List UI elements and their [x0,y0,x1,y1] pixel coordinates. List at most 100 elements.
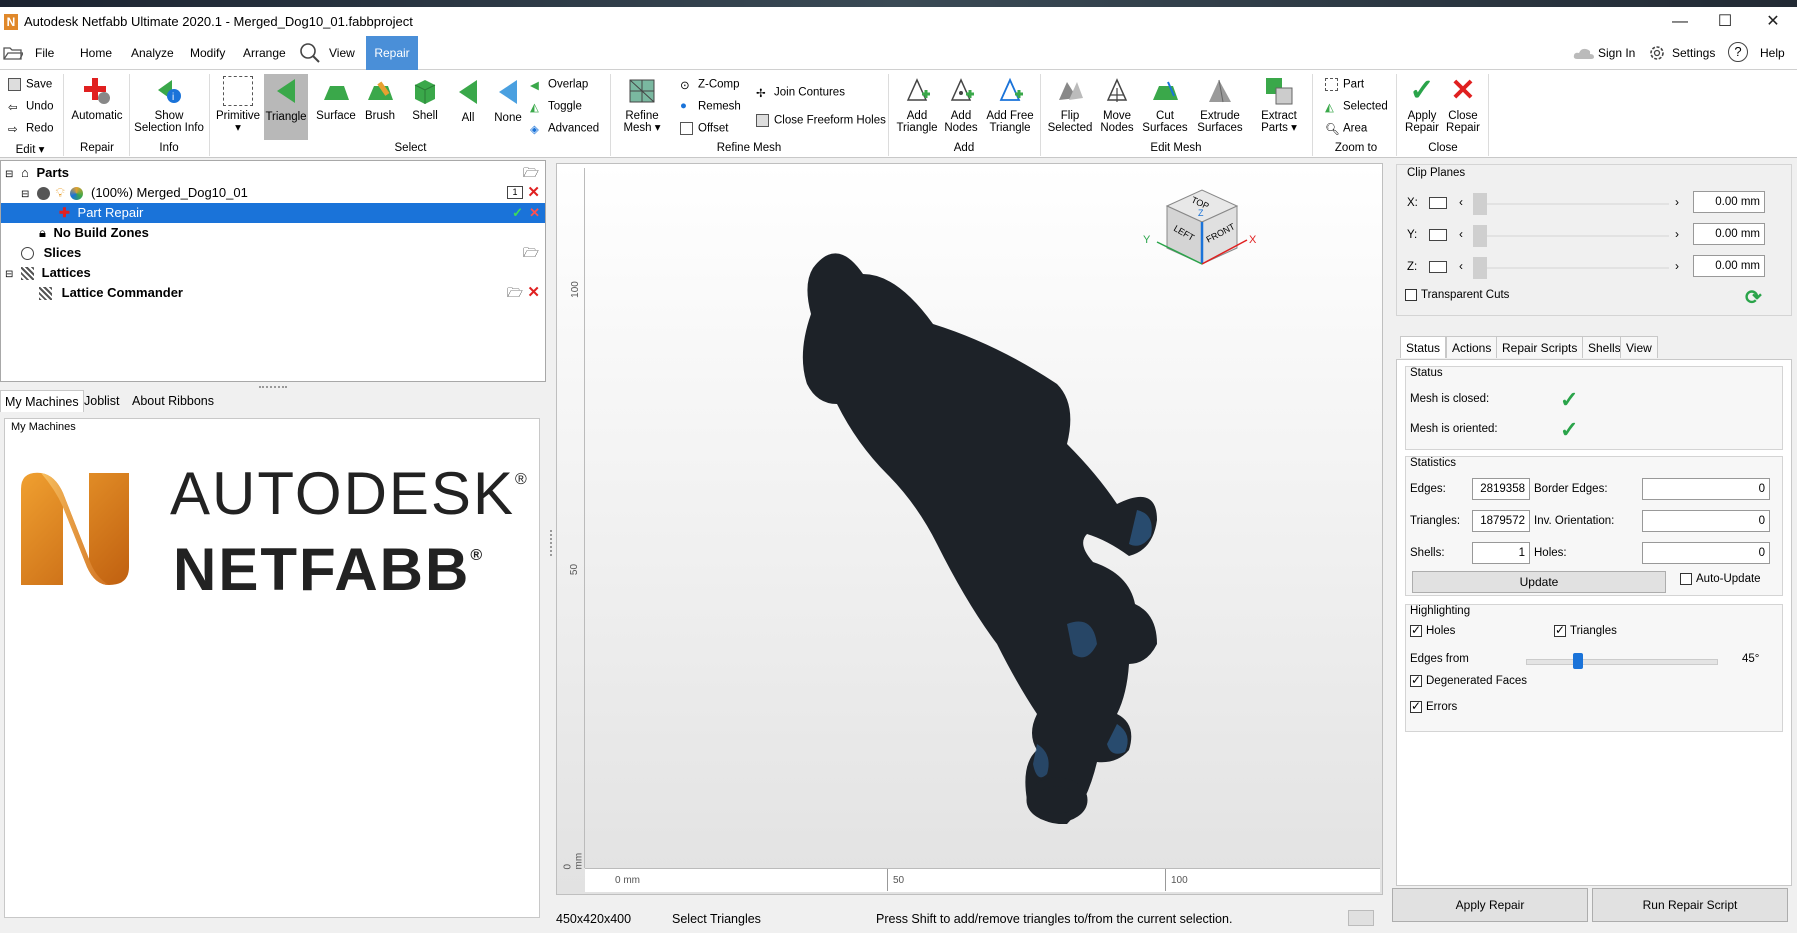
splitter-handle[interactable] [550,530,552,556]
brush-select-button[interactable]: Brush [358,76,402,122]
clip-y-right-arrow[interactable]: › [1675,227,1679,241]
select-none-button[interactable]: None [482,76,534,124]
close-freeform-holes-button[interactable]: Close Freeform Holes [756,114,886,127]
tree-item-slices[interactable]: Slices 🗁︎ [1,243,545,263]
shell-select-button[interactable]: Shell [403,76,447,122]
checkbox-box[interactable] [1410,699,1422,713]
collapse-icon[interactable]: ⊟ [5,169,13,180]
bulb-icon[interactable]: 💡︎ [56,185,65,200]
clip-z-value[interactable]: 0.00 mm [1693,255,1765,277]
zoom-area-button[interactable]: 🔍︎ Area [1325,122,1367,136]
checkbox-box[interactable] [1410,623,1422,637]
tree-item-no-build-zones[interactable]: 🔒︎ No Build Zones [1,223,545,243]
clip-x-right-arrow[interactable]: › [1675,195,1679,209]
checkbox-box[interactable] [1410,673,1422,687]
redo-button[interactable]: ⇨ Redo [8,122,54,136]
tab-status[interactable]: Status [1400,336,1447,358]
clip-y-left-arrow[interactable]: ‹ [1459,227,1463,241]
remove-lattice-icon[interactable]: ✕ [527,283,540,303]
tab-repair-scripts[interactable]: Repair Scripts [1496,336,1584,358]
apply-repair-button[interactable]: Apply Repair [1392,888,1588,922]
help-link[interactable]: Help [1760,46,1785,60]
errors-checkbox[interactable]: Errors [1410,699,1457,713]
search-view-icon[interactable] [299,42,321,64]
slider-thumb[interactable] [1573,653,1583,669]
auto-update-checkbox[interactable]: Auto-Update [1680,573,1761,585]
clip-z-right-arrow[interactable]: › [1675,259,1679,273]
open-folder-icon[interactable] [3,44,25,60]
menu-modify[interactable]: Modify [190,46,225,60]
menu-file[interactable]: File [35,46,54,60]
zoom-selected-button[interactable]: ◭ Selected [1325,100,1388,114]
triangles-checkbox[interactable]: Triangles [1554,623,1617,637]
tab-about-ribbons[interactable]: About Ribbons [128,390,218,412]
remove-part-icon[interactable]: ✕ [527,183,540,203]
slider-track[interactable] [1526,659,1718,665]
minimize-button[interactable]: — [1660,12,1700,32]
add-triangle-button[interactable]: Add Triangle [892,76,942,134]
sign-in-link[interactable]: Sign In [1598,46,1635,60]
extract-parts-button[interactable]: Extract Parts ▾ [1250,76,1308,134]
toggle-button[interactable]: ◭ Toggle [530,100,582,114]
flip-selected-button[interactable]: Flip Selected [1044,76,1096,134]
clip-x-slider-thumb[interactable] [1473,193,1487,215]
triangle-select-button[interactable]: Triangle [264,74,308,140]
join-contures-button[interactable]: ✢ Join Contures [756,86,845,100]
open-folder-icon[interactable]: 🗁︎ [523,243,539,263]
zoom-part-button[interactable]: Part [1325,78,1364,91]
checkbox-box[interactable] [1405,289,1417,301]
clip-y-value[interactable]: 0.00 mm [1693,223,1765,245]
tab-my-machines[interactable]: My Machines [0,390,84,412]
tab-joblist[interactable]: Joblist [80,390,123,412]
advanced-select-button[interactable]: ◈ Advanced [530,122,599,136]
add-free-triangle-button[interactable]: Add Free Triangle [984,76,1036,134]
surface-select-button[interactable]: Surface [311,76,361,122]
tab-actions[interactable]: Actions [1446,336,1498,358]
tree-item-lattice-commander[interactable]: Lattice Commander 🗁︎ ✕ [1,283,545,303]
edit-group-menu[interactable]: Edit ▾ [12,142,48,156]
menu-repair[interactable]: Repair [366,36,418,70]
automatic-repair-button[interactable]: Automatic [68,76,126,122]
add-nodes-button[interactable]: Add Nodes [938,76,984,134]
apply-repair-ribbon-button[interactable]: ✓ Apply Repair [1400,76,1444,135]
visibility-icon[interactable] [37,187,51,201]
holes-checkbox[interactable]: Holes [1410,623,1455,637]
move-nodes-button[interactable]: Move Nodes [1094,76,1140,134]
clip-x-value[interactable]: 0.00 mm [1693,191,1765,213]
maximize-button[interactable]: ☐ [1705,12,1745,32]
color-icon[interactable] [70,187,84,201]
settings-link[interactable]: Settings [1672,46,1715,60]
refine-mesh-button[interactable]: Refine Mesh ▾ [614,76,670,134]
clip-y-slider-track[interactable] [1487,235,1669,237]
refresh-icon[interactable]: ⟳ [1745,285,1762,310]
clip-x-slider-track[interactable] [1487,203,1669,205]
clip-z-toggle[interactable] [1429,261,1447,273]
save-button[interactable]: Save [8,78,52,91]
clip-y-toggle[interactable] [1429,229,1447,241]
extrude-surfaces-button[interactable]: Extrude Surfaces [1190,76,1250,134]
checkbox-box[interactable] [1680,573,1692,585]
3d-viewport[interactable]: 100 50 0 mm 0 mm 50 100 TOP LEFT FRONT X… [556,163,1383,895]
splitter-handle[interactable] [259,386,287,388]
close-window-button[interactable]: ✕ [1753,12,1793,32]
help-icon[interactable]: ? [1728,42,1748,62]
edges-angle-slider[interactable] [1526,653,1718,671]
degenerated-faces-checkbox[interactable]: Degenerated Faces [1410,673,1527,687]
tree-item-lattices[interactable]: ⊟ Lattices [1,263,545,283]
tab-view[interactable]: View [1620,336,1658,358]
menu-arrange[interactable]: Arrange [243,46,286,60]
clip-x-toggle[interactable] [1429,197,1447,209]
gear-icon[interactable] [1648,44,1666,62]
primitive-select-button[interactable]: Primitive ▾ [213,76,263,134]
dog-mesh-model[interactable] [737,244,1237,825]
z-comp-button[interactable]: ⊙ Z-Comp [680,78,740,92]
red-x-icon[interactable]: ✕ [529,203,540,223]
collapse-icon[interactable]: ⊟ [5,269,13,280]
open-folder-icon[interactable]: 🗁︎ [523,163,539,183]
run-repair-script-button[interactable]: Run Repair Script [1592,888,1788,922]
clip-z-slider-thumb[interactable] [1473,257,1487,279]
menu-home[interactable]: Home [80,46,112,60]
update-button[interactable]: Update [1412,571,1666,593]
checkmark-icon[interactable]: ✓ [512,203,523,223]
clip-z-left-arrow[interactable]: ‹ [1459,259,1463,273]
